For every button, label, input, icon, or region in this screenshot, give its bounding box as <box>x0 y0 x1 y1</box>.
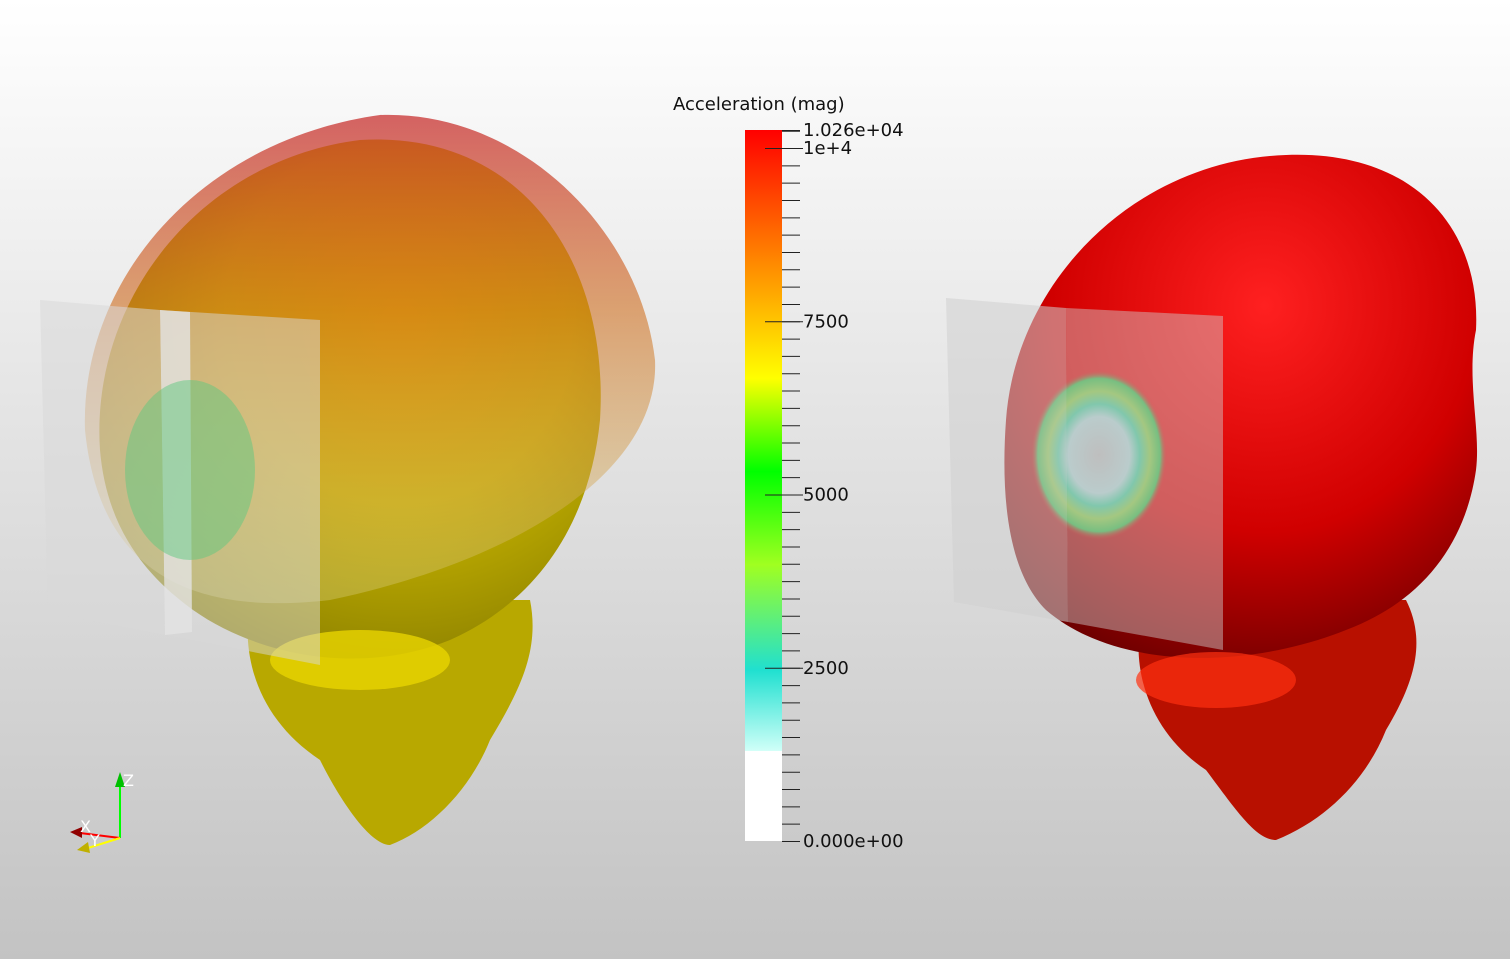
axes-triad: Z X Y <box>70 771 134 853</box>
left-scene: Z X Y <box>40 114 656 853</box>
y-arrow-icon <box>77 842 90 853</box>
axis-y-label: Y <box>89 831 100 850</box>
color-legend: Acceleration (mag) 1e+4 7500 5000 2500 1.02… <box>673 94 904 852</box>
render-view-right[interactable]: Acceleration (mag) 1e+4 7500 5000 2500 1.02… <box>666 0 1510 959</box>
tick-label: 5000 <box>803 485 849 506</box>
impact-zone <box>125 380 255 560</box>
max-label: 1.026e+04 <box>803 120 904 141</box>
tick-label: 1e+4 <box>803 138 852 159</box>
color-legend-title: Acceleration (mag) <box>673 94 845 115</box>
min-label: 0.000e+00 <box>803 831 904 852</box>
tick-label: 2500 <box>803 658 849 679</box>
axis-z-label: Z <box>123 771 134 790</box>
render-view-left[interactable]: Z X Y <box>0 0 666 959</box>
tick-label: 7500 <box>803 311 849 332</box>
color-band <box>745 130 782 751</box>
